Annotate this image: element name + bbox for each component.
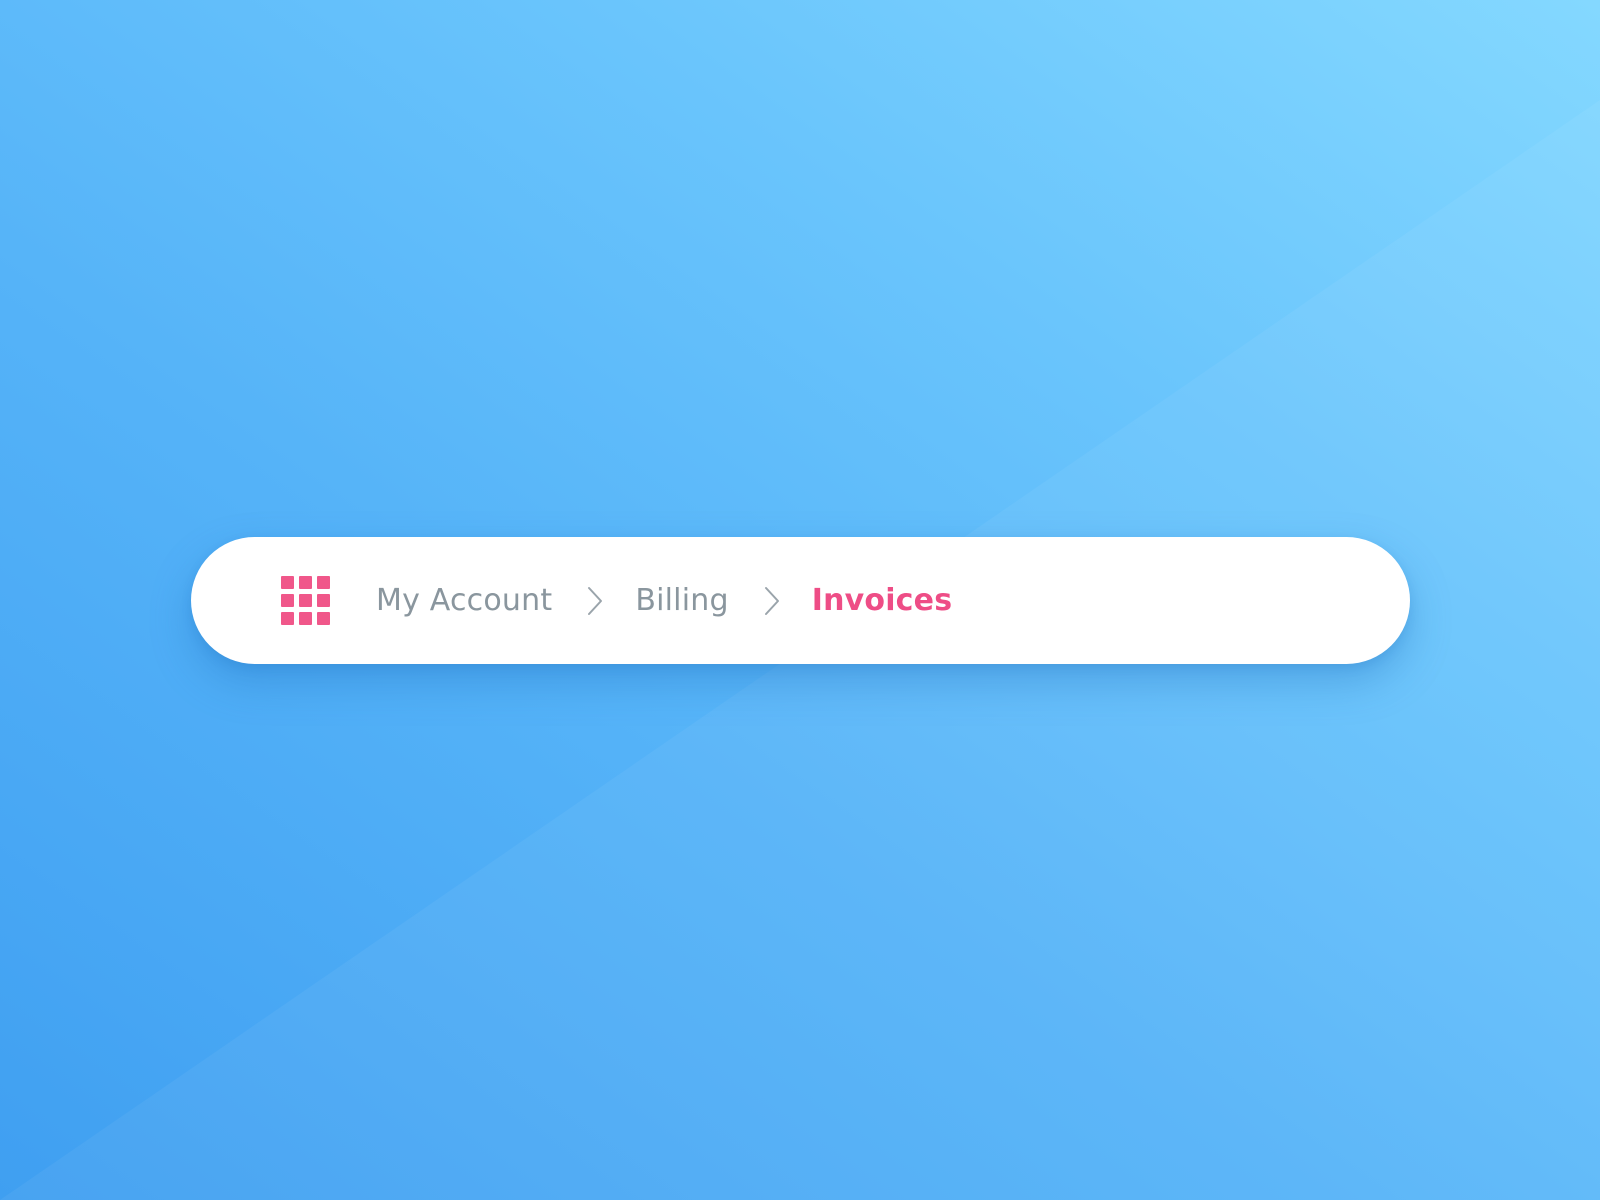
breadcrumb-item-invoices-current: Invoices xyxy=(811,583,953,618)
breadcrumb-item-billing[interactable]: Billing xyxy=(635,583,728,618)
breadcrumb-item-my-account[interactable]: My Account xyxy=(376,583,552,618)
chevron-right-icon xyxy=(762,585,782,617)
breadcrumb: My Account Billing Invoices xyxy=(191,537,1410,664)
chevron-right-icon xyxy=(585,585,605,617)
grid-icon[interactable] xyxy=(281,576,330,625)
